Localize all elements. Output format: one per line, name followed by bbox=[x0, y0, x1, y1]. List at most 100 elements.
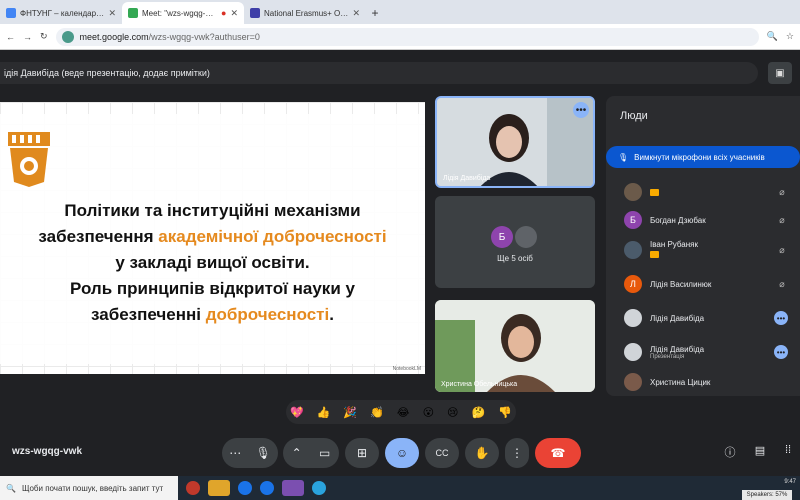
slide-line: у закладі вищої освіти. bbox=[115, 253, 310, 272]
opera-app-icon[interactable] bbox=[186, 481, 200, 495]
avatar bbox=[624, 241, 642, 259]
reload-icon[interactable]: ↻ bbox=[40, 31, 48, 42]
mic-off-icon[interactable]: ⌀ bbox=[776, 187, 788, 198]
chat-icon[interactable]: ▤ bbox=[752, 444, 768, 460]
clap-reaction-icon[interactable]: 👏 bbox=[370, 406, 384, 419]
laugh-reaction-icon[interactable]: 😂 bbox=[397, 406, 410, 419]
avatar: Б bbox=[624, 211, 642, 229]
participant-row[interactable]: Л Лідія Василинюк ⌀ bbox=[624, 272, 800, 296]
avatar bbox=[624, 343, 642, 361]
info-icon[interactable]: ⓘ bbox=[722, 444, 738, 460]
close-icon[interactable]: ✕ bbox=[352, 8, 360, 19]
emoji-icon: ☺ bbox=[395, 446, 409, 460]
chrome-app-icon[interactable] bbox=[238, 481, 252, 495]
sad-reaction-icon[interactable]: 😢 bbox=[447, 406, 458, 419]
activities-grid-icon[interactable]: ⁞⁞ bbox=[780, 444, 796, 460]
mic-options-icon[interactable]: ⋯ bbox=[229, 446, 241, 460]
participant-row[interactable]: Христина Цицик bbox=[624, 372, 800, 392]
participant-row[interactable]: Лідія Давибіда ••• bbox=[624, 306, 800, 330]
close-icon[interactable]: ✕ bbox=[108, 8, 116, 19]
raise-hand-button[interactable]: ✋ bbox=[465, 438, 499, 468]
thinking-reaction-icon[interactable]: 🤔 bbox=[472, 406, 486, 419]
calendar-favicon-icon bbox=[6, 8, 16, 18]
hang-up-icon: ☎ bbox=[550, 446, 566, 460]
thumbs-down-reaction-icon[interactable]: 👎 bbox=[498, 406, 512, 419]
captions-icon: CC bbox=[435, 448, 449, 458]
slide-text-part: забезпеченні bbox=[91, 305, 206, 324]
mute-all-button[interactable]: 🎙︎ Вимкнути мікрофони всіх учасників bbox=[606, 146, 800, 168]
file-explorer-icon[interactable] bbox=[208, 480, 230, 496]
participant-name: Іван Рубаняк bbox=[650, 240, 768, 260]
avatar bbox=[624, 309, 642, 327]
participant-row[interactable]: ⌀ bbox=[624, 180, 800, 204]
recording-dot-icon: ● bbox=[221, 8, 227, 18]
surprised-reaction-icon[interactable]: 😮 bbox=[423, 406, 434, 419]
tab-erasmus[interactable]: National Erasmus+ Office in Uk ✕ bbox=[244, 2, 366, 24]
meet-favicon-icon bbox=[128, 8, 138, 18]
participant-row[interactable]: Б Богдан Дзюбак ⌀ bbox=[624, 208, 800, 232]
forward-icon[interactable]: → bbox=[23, 32, 32, 42]
more-options-icon[interactable]: ••• bbox=[573, 102, 589, 118]
browser-tab-bar: ФНТУНГ – календар - 4 дні, п ✕ Meet: "wz… bbox=[0, 0, 800, 24]
leave-call-button[interactable]: ☎ bbox=[535, 438, 581, 468]
participant-subtitle: Презентація bbox=[650, 353, 685, 360]
avatar bbox=[624, 373, 642, 391]
chevron-up-icon[interactable]: ⌃ bbox=[292, 446, 302, 460]
mic-off-icon[interactable]: ⌀ bbox=[776, 215, 788, 226]
mic-off-icon[interactable]: ⌀ bbox=[776, 245, 788, 256]
participant-row[interactable]: Лідія Давибіда Презентація ••• bbox=[624, 340, 800, 364]
camera-icon[interactable]: ▭ bbox=[319, 446, 330, 460]
url-domain: meet.google.com bbox=[79, 31, 149, 42]
captions-button[interactable]: CC bbox=[425, 438, 459, 468]
presenter-badge-icon bbox=[650, 188, 659, 196]
close-icon[interactable]: ✕ bbox=[230, 8, 238, 19]
camera-control-group: ⌃ ▭ bbox=[283, 438, 339, 468]
vertical-dots-icon: ⋮ bbox=[511, 446, 523, 460]
slide-footer: NotebookLM bbox=[392, 366, 421, 372]
mute-all-label: Вимкнути мікрофони всіх учасників bbox=[634, 152, 765, 162]
meet-window: ідія Давибіда (веде презентацію, додає п… bbox=[0, 50, 800, 476]
others-count-label: Ще 5 осіб bbox=[497, 254, 533, 263]
meeting-code: wzs-wgqg-vwk bbox=[12, 446, 83, 457]
address-bar: ← → ↻ meet.google.com/wzs-wgqg-vwk?authu… bbox=[0, 24, 800, 50]
avatar bbox=[515, 226, 537, 248]
tile-participant-name: Христина Обельницька bbox=[441, 381, 518, 388]
more-options-icon[interactable]: ••• bbox=[774, 345, 788, 359]
participant-row[interactable]: Іван Рубаняк ⌀ bbox=[624, 238, 800, 262]
sparkling-heart-reaction-icon[interactable]: 💖 bbox=[290, 406, 304, 419]
telegram-app-icon[interactable] bbox=[312, 481, 326, 495]
hide-presentation-icon[interactable]: ▣ bbox=[768, 62, 792, 84]
back-icon[interactable]: ← bbox=[6, 32, 15, 42]
system-tray-clock[interactable]: 9:47 bbox=[784, 478, 796, 487]
search-placeholder: Щоби почати пошук, введіть запит тут bbox=[21, 483, 164, 493]
present-icon: ⊞ bbox=[356, 446, 368, 460]
party-reaction-icon[interactable]: 🎉 bbox=[343, 406, 357, 419]
participant-name: Христина Цицик bbox=[650, 377, 711, 387]
taskbar-search[interactable]: 🔍 Щоби почати пошук, введіть запит тут bbox=[0, 476, 178, 500]
video-tile-presenter[interactable]: ••• Лідія Давибіда bbox=[435, 96, 595, 188]
university-logo-icon bbox=[8, 132, 50, 187]
mic-off-icon[interactable]: ⌀ bbox=[776, 279, 788, 290]
tab-calendar[interactable]: ФНТУНГ – календар - 4 дні, п ✕ bbox=[0, 2, 122, 24]
video-tile-participant[interactable]: Христина Обельницька bbox=[435, 300, 595, 392]
microphone-icon[interactable]: 🎙︎ bbox=[256, 446, 271, 460]
viber-app-icon[interactable] bbox=[282, 480, 304, 496]
more-options-button[interactable]: ⋮ bbox=[505, 438, 529, 468]
site-info-icon[interactable] bbox=[61, 30, 74, 43]
thumbs-up-reaction-icon[interactable]: 👍 bbox=[317, 406, 331, 419]
slide-text-part: забезпечення bbox=[38, 227, 159, 246]
more-options-icon[interactable]: ••• bbox=[774, 311, 788, 325]
chrome-profile-icon[interactable] bbox=[260, 481, 274, 495]
video-tile-others[interactable]: Б Ще 5 осіб bbox=[435, 196, 595, 288]
tab-meet[interactable]: Meet: "wzs-wgqg-vwk" ● ✕ bbox=[122, 2, 244, 24]
slide-text-part: . bbox=[329, 305, 334, 324]
new-tab-button[interactable]: + bbox=[366, 2, 384, 24]
url-field[interactable]: meet.google.com/wzs-wgqg-vwk?authuser=0 bbox=[55, 27, 759, 46]
url-path: /wzs-wgqg-vwk?authuser=0 bbox=[148, 31, 260, 42]
emoji-reactions-button[interactable]: ☺ bbox=[385, 438, 419, 468]
zoom-icon[interactable]: 🔍 bbox=[767, 31, 778, 42]
present-screen-button[interactable]: ⊞ bbox=[345, 438, 379, 468]
bookmark-star-icon[interactable]: ☆ bbox=[786, 31, 794, 42]
people-panel-title: Люди bbox=[620, 110, 648, 122]
speakers-volume-tooltip: Speakers: 57% bbox=[742, 490, 792, 500]
